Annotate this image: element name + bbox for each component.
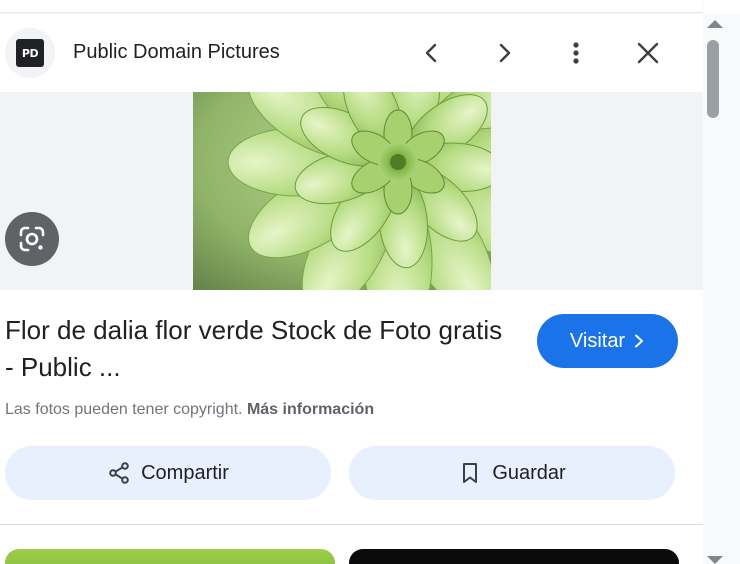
scrollbar-thumb[interactable] (707, 40, 719, 118)
visit-button[interactable]: Visitar (537, 314, 678, 368)
visit-label: Visitar (569, 329, 626, 352)
share-button[interactable]: Compartir (5, 446, 331, 500)
top-edge (0, 0, 703, 13)
result-title[interactable]: Flor de dalia flor verde Stock de Foto g… (5, 312, 505, 386)
previous-button[interactable] (412, 33, 452, 73)
image-preview-area (0, 92, 703, 290)
google-lens-button[interactable] (5, 212, 59, 266)
more-options-button[interactable] (556, 33, 596, 73)
scrollbar[interactable] (703, 14, 740, 564)
viewer-header: PD Public Domain Pictures (0, 14, 703, 92)
related-image-thumbnail[interactable] (5, 549, 335, 564)
save-label: Guardar (492, 461, 566, 484)
close-icon (637, 42, 659, 64)
copyright-text: Las fotos pueden tener copyright. (5, 401, 243, 418)
close-button[interactable] (628, 33, 668, 73)
related-image-thumbnail[interactable] (349, 549, 679, 564)
next-button[interactable] (484, 33, 524, 73)
site-name[interactable]: Public Domain Pictures (73, 41, 280, 64)
bookmark-icon (463, 463, 478, 483)
copyright-notice: Las fotos pueden tener copyright. Más in… (5, 401, 374, 419)
chevron-right-icon (499, 43, 511, 63)
scroll-down-arrow[interactable] (707, 556, 723, 564)
share-label: Compartir (141, 461, 229, 484)
scroll-up-arrow[interactable] (707, 20, 723, 28)
chevron-right-icon (635, 334, 644, 348)
google-lens-icon (19, 226, 45, 252)
more-info-link[interactable]: Más información (247, 401, 374, 418)
save-button[interactable]: Guardar (349, 446, 675, 500)
section-divider (0, 524, 703, 525)
more-vert-icon (573, 42, 579, 64)
site-favicon[interactable]: PD (5, 28, 55, 78)
dahlia-photo[interactable] (193, 92, 491, 290)
green-dahlia-image (193, 92, 491, 290)
site-logo: PD (16, 39, 44, 67)
share-icon (109, 462, 129, 484)
image-viewer-panel: PD Public Domain Pictures Flor de dalia … (0, 14, 703, 564)
chevron-left-icon (425, 43, 437, 63)
